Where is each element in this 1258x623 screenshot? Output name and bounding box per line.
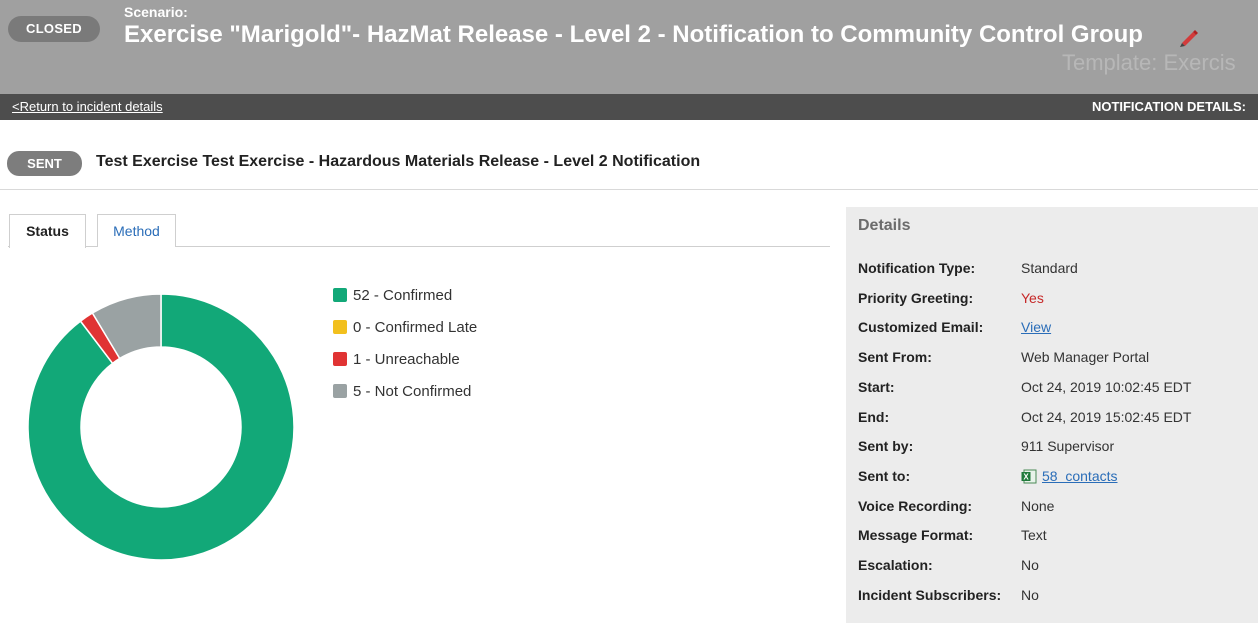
detail-value: No	[1021, 586, 1039, 603]
detail-label: Incident Subscribers:	[858, 586, 1002, 603]
detail-label: End:	[858, 408, 890, 425]
priority-greeting-value: Yes	[1021, 289, 1044, 306]
tab-status[interactable]: Status	[9, 214, 86, 248]
detail-label: Sent by:	[858, 438, 914, 455]
excel-icon[interactable]: X	[1021, 469, 1037, 484]
detail-label: Priority Greeting:	[858, 289, 974, 306]
svg-text:X: X	[1023, 472, 1029, 481]
notification-title: Test Exercise Test Exercise - Hazardous …	[96, 153, 701, 170]
legend-swatch	[333, 320, 347, 334]
closed-status-badge: CLOSED	[8, 16, 100, 42]
notification-details-heading: NOTIFICATION DETAILS:	[1091, 99, 1246, 114]
contacts-link-label[interactable]: 58 contacts	[1042, 468, 1118, 484]
legend-swatch	[333, 352, 347, 366]
chart-legend: 52 - Confirmed 0 - Confirmed Late 1 - Unre…	[333, 285, 477, 413]
detail-value: Oct 24, 2019 15:02:45 EDT	[1021, 408, 1192, 425]
scenario-header: CLOSED Scenario: Exercise "Marigold"- Ha…	[0, 0, 1258, 94]
status-donut-chart	[28, 294, 294, 560]
sent-status-badge: SENT	[7, 151, 82, 176]
detail-value: Text	[1021, 527, 1047, 544]
view-email-link[interactable]: View	[1021, 319, 1051, 335]
detail-label: Start:	[858, 378, 895, 395]
detail-label: Voice Recording:	[858, 497, 973, 514]
detail-label: Customized Email:	[858, 319, 984, 336]
detail-value: No	[1021, 557, 1039, 573]
legend-label: 52 - Confirmed	[353, 287, 453, 304]
detail-value: 911 Supervisor	[1021, 438, 1115, 455]
legend-label: 5 - Not Confirmed	[353, 383, 472, 400]
scenario-label: Scenario:	[124, 4, 188, 20]
detail-value: Web Manager Portal	[1021, 349, 1150, 366]
contacts-link[interactable]: X 58 contacts	[1021, 468, 1118, 484]
details-panel: Details Notification Type: Standard Priori…	[846, 207, 1258, 623]
detail-label: Sent From:	[858, 349, 932, 366]
details-title: Details	[858, 217, 911, 234]
detail-value: None	[1021, 497, 1055, 514]
return-to-incident-link[interactable]: <Return to incident details	[12, 99, 163, 114]
detail-value: Standard	[1021, 260, 1078, 276]
scenario-title: Exercise "Marigold"- HazMat Release - Le…	[124, 21, 1143, 48]
detail-label: Sent to:	[858, 467, 911, 484]
detail-value: Oct 24, 2019 10:02:45 EDT	[1021, 378, 1192, 395]
legend-item-confirmed-late: 0 - Confirmed Late	[333, 317, 477, 349]
divider	[0, 189, 1258, 190]
legend-item-not-confirmed: 5 - Not Confirmed	[333, 381, 477, 413]
detail-label: Notification Type:	[858, 260, 976, 276]
detail-label: Message Format:	[858, 527, 974, 544]
template-label: Template: Exercis	[1062, 50, 1236, 75]
legend-label: 1 - Unreachable	[353, 351, 460, 368]
legend-swatch	[333, 288, 347, 302]
detail-label: Escalation:	[858, 557, 933, 573]
legend-item-confirmed: 52 - Confirmed	[333, 285, 477, 317]
pencil-icon[interactable]	[1179, 29, 1199, 47]
legend-swatch	[333, 384, 347, 398]
legend-label: 0 - Confirmed Late	[353, 319, 478, 336]
tab-method[interactable]: Method	[97, 214, 176, 247]
legend-item-unreachable: 1 - Unreachable	[333, 349, 477, 381]
navigation-bar: <Return to incident details NOTIFICATION…	[0, 94, 1258, 120]
